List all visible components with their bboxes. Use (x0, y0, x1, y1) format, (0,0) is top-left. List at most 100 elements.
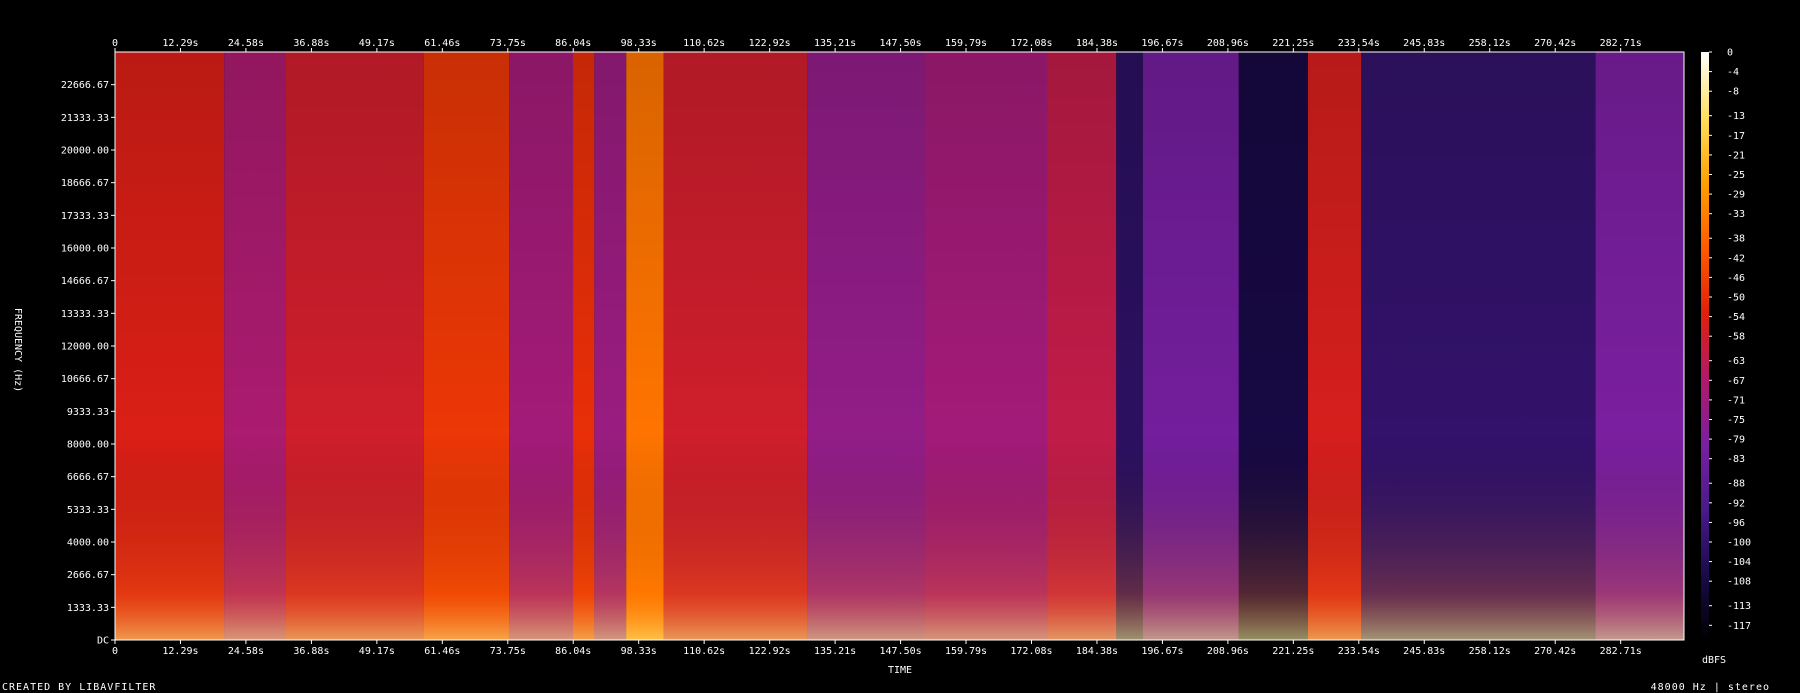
y-tick-label: 12000.00 (61, 342, 109, 353)
x-tick-label-top: 258.12s (1469, 38, 1511, 49)
x-tick-label-top: 270.42s (1534, 38, 1576, 49)
x-tick-label-top: 36.88s (293, 38, 329, 49)
x-axis-top: 0 12.29s 24.58s 36.88s 49.17s 61.46s 73.75s 86.… (112, 38, 1642, 52)
x-tick-label-top: 172.08s (1010, 38, 1052, 49)
x-tick-label-bottom: 12.29s (162, 646, 198, 657)
x-tick-label-top: 122.92s (749, 38, 791, 49)
colorbar-tick-label: -29 (1727, 190, 1745, 201)
y-tick-label: 17333.33 (61, 211, 109, 222)
y-tick-label: 10666.67 (61, 374, 109, 385)
x-tick-label-top: 245.83s (1403, 38, 1445, 49)
x-tick-label-bottom: 61.46s (424, 646, 460, 657)
x-tick-label-bottom: 233.54s (1338, 646, 1380, 657)
x-tick-label-top: 147.50s (879, 38, 921, 49)
y-tick-label: 4000.00 (67, 538, 109, 549)
colorbar-strip (1701, 52, 1709, 640)
x-tick-label-top: 61.46s (424, 38, 460, 49)
x-tick-label-top: 282.71s (1600, 38, 1642, 49)
y-tick-label: 2666.67 (67, 570, 109, 581)
x-tick-label-top: 184.38s (1076, 38, 1118, 49)
colorbar-tick-label: -33 (1727, 209, 1745, 220)
x-axis-label: TIME (888, 665, 912, 676)
colorbar-tick-label: -13 (1727, 111, 1745, 122)
x-tick-label-bottom: 73.75s (490, 646, 526, 657)
colorbar-tick-label: -88 (1727, 479, 1745, 490)
colorbar-tick-label: -108 (1727, 577, 1751, 588)
colorbar-label: dBFS (1702, 655, 1726, 666)
x-tick-label-bottom: 36.88s (293, 646, 329, 657)
colorbar-tick-label: -54 (1727, 312, 1745, 323)
colorbar-tick-label: -79 (1727, 435, 1745, 446)
y-tick-label: 9333.33 (67, 407, 109, 418)
y-tick-label: 16000.00 (61, 244, 109, 255)
x-tick-label-bottom: 245.83s (1403, 646, 1445, 657)
x-axis-bottom: 0 12.29s 24.58s 36.88s 49.17s 61.46s 73.75s 86.… (112, 640, 1642, 657)
spectrogram-low-freq-energy (115, 52, 1684, 640)
colorbar-tick-label: -42 (1727, 253, 1745, 264)
x-tick-label-top: 110.62s (683, 38, 725, 49)
x-tick-label-bottom: 282.71s (1600, 646, 1642, 657)
x-tick-label-bottom: 196.67s (1141, 646, 1183, 657)
colorbar-tick-label: -92 (1727, 498, 1745, 509)
x-tick-label-bottom: 172.08s (1010, 646, 1052, 657)
x-tick-label-top: 0 (112, 38, 118, 49)
y-tick-label: 20000.00 (61, 146, 109, 157)
y-tick-label: 13333.33 (61, 309, 109, 320)
x-tick-label-top: 12.29s (162, 38, 198, 49)
y-axis: DC 1333.33 2666.67 4000.00 5333.33 6666.67 800… (61, 80, 115, 647)
x-tick-label-bottom: 184.38s (1076, 646, 1118, 657)
colorbar-tick-label: -4 (1727, 67, 1739, 78)
colorbar-tick-label: -96 (1727, 518, 1745, 529)
colorbar-tick-label: -58 (1727, 332, 1745, 343)
colorbar-tick-label: -38 (1727, 234, 1745, 245)
y-tick-label: 8000.00 (67, 440, 109, 451)
x-tick-label-bottom: 135.21s (814, 646, 856, 657)
colorbar-tick-label: -21 (1727, 150, 1745, 161)
x-tick-label-bottom: 110.62s (683, 646, 725, 657)
colorbar-tick-label: -25 (1727, 170, 1745, 181)
y-tick-label: 1333.33 (67, 603, 109, 614)
x-tick-label-top: 233.54s (1338, 38, 1380, 49)
y-axis-label: FREQUENCY (Hz) (12, 308, 23, 392)
x-tick-label-bottom: 98.33s (621, 646, 657, 657)
x-tick-label-top: 135.21s (814, 38, 856, 49)
x-tick-label-bottom: 24.58s (228, 646, 264, 657)
x-tick-label-top: 196.67s (1141, 38, 1183, 49)
spectrogram-area (115, 52, 1684, 640)
y-tick-label: 5333.33 (67, 505, 109, 516)
colorbar-tick-label: -50 (1727, 293, 1745, 304)
y-tick-label: 21333.33 (61, 113, 109, 124)
x-tick-label-bottom: 221.25s (1272, 646, 1314, 657)
x-tick-label-top: 49.17s (359, 38, 395, 49)
x-tick-label-top: 221.25s (1272, 38, 1314, 49)
x-tick-label-top: 208.96s (1207, 38, 1249, 49)
x-tick-label-top: 24.58s (228, 38, 264, 49)
x-tick-label-bottom: 122.92s (749, 646, 791, 657)
x-tick-label-top: 73.75s (490, 38, 526, 49)
y-tick-label: 14666.67 (61, 276, 109, 287)
spectrogram-figure: 0 12.29s 24.58s 36.88s 49.17s 61.46s 73.75s 86.… (12, 38, 1751, 676)
y-tick-label: 6666.67 (67, 472, 109, 483)
colorbar-tick-label: -83 (1727, 454, 1745, 465)
x-tick-label-bottom: 49.17s (359, 646, 395, 657)
colorbar-tick-label: -113 (1727, 601, 1751, 612)
colorbar-tick-label: -8 (1727, 87, 1739, 98)
x-tick-label-top: 98.33s (621, 38, 657, 49)
colorbar-tick-label: -100 (1727, 538, 1751, 549)
x-tick-label-bottom: 270.42s (1534, 646, 1576, 657)
y-tick-label: DC (97, 636, 109, 647)
footer-format: 48000 Hz | stereo (1650, 682, 1770, 693)
colorbar: 0 -4 -8 -13 -17 -21 -25 -29 -33 -38 -42 -46 -50 -54 -5… (1701, 48, 1751, 640)
x-tick-label-bottom: 147.50s (879, 646, 921, 657)
colorbar-tick-label: -71 (1727, 395, 1745, 406)
x-tick-label-bottom: 258.12s (1469, 646, 1511, 657)
colorbar-tick-label: -63 (1727, 356, 1745, 367)
colorbar-tick-label: -104 (1727, 557, 1751, 568)
y-tick-label: 22666.67 (61, 80, 109, 91)
colorbar-tick-label: -46 (1727, 273, 1745, 284)
colorbar-tick-label: -117 (1727, 621, 1751, 632)
footer-credit: CREATED BY LIBAVFILTER (2, 682, 157, 693)
x-tick-label-bottom: 159.79s (945, 646, 987, 657)
x-tick-label-bottom: 0 (112, 646, 118, 657)
colorbar-tick-label: -67 (1727, 376, 1745, 387)
